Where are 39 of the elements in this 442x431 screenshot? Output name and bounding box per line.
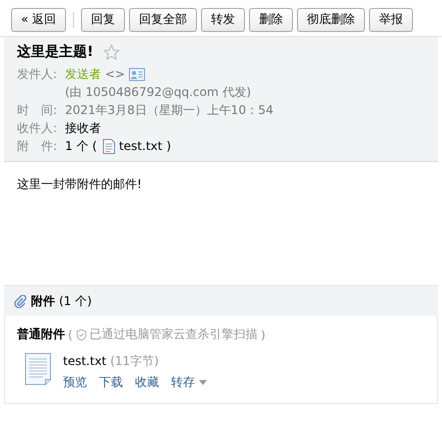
email-body: 这里一封带附件的邮件!	[17, 177, 142, 191]
field-label: 附 件:	[17, 138, 58, 154]
email-subject: 这里是主题!	[17, 43, 94, 61]
paren-text: )	[260, 328, 266, 342]
attachments-title: 附件	[31, 292, 55, 310]
sent-via-text: (由 1050486792@qq.com 代发)	[65, 84, 252, 100]
toolbar-button[interactable]: 回复	[81, 8, 126, 32]
save-to-menu[interactable]: 转存	[171, 374, 207, 391]
attachment-count: 1 个 (	[65, 138, 97, 154]
file-size: (11字节)	[110, 354, 159, 368]
attachment-link[interactable]: test.txt	[118, 139, 162, 153]
file-action-link[interactable]: 预览	[63, 374, 87, 391]
toolbar-button[interactable]: 举报	[369, 8, 414, 32]
document-icon	[102, 138, 115, 154]
paren-text: (	[68, 328, 73, 342]
contact-card-icon[interactable]	[129, 68, 146, 80]
star-icon[interactable]	[103, 44, 120, 60]
toolbar-button[interactable]: 转发	[201, 8, 246, 32]
field-label: 发件人:	[17, 66, 58, 82]
file-action-link[interactable]: 收藏	[135, 374, 159, 391]
group-label: 普通附件	[17, 326, 65, 343]
back-button[interactable]: « 返回	[11, 8, 66, 32]
toolbar-button[interactable]: 删除	[249, 8, 294, 32]
recipient-name[interactable]: 接收者	[65, 120, 101, 136]
file-action-link[interactable]: 下载	[99, 374, 123, 391]
scan-note: 已通过电脑管家云查杀引擎扫描	[90, 326, 258, 343]
toolbar-button[interactable]: 回复全部	[129, 8, 198, 32]
shield-icon	[76, 328, 87, 340]
attachment-close: )	[166, 139, 172, 153]
paperclip-icon	[14, 294, 27, 308]
file-name: test.txt	[63, 354, 106, 368]
field-label: 收件人:	[17, 120, 58, 136]
toolbar-button[interactable]: 彻底删除	[297, 8, 366, 32]
sender-address: <>	[105, 67, 126, 81]
sent-time: 2021年3月8日（星期一）上午10：54	[65, 102, 274, 118]
caret-icon[interactable]	[199, 380, 207, 385]
field-label: 时 间:	[17, 102, 58, 118]
attachments-count: (1 个)	[59, 292, 92, 310]
document-icon	[25, 353, 51, 385]
